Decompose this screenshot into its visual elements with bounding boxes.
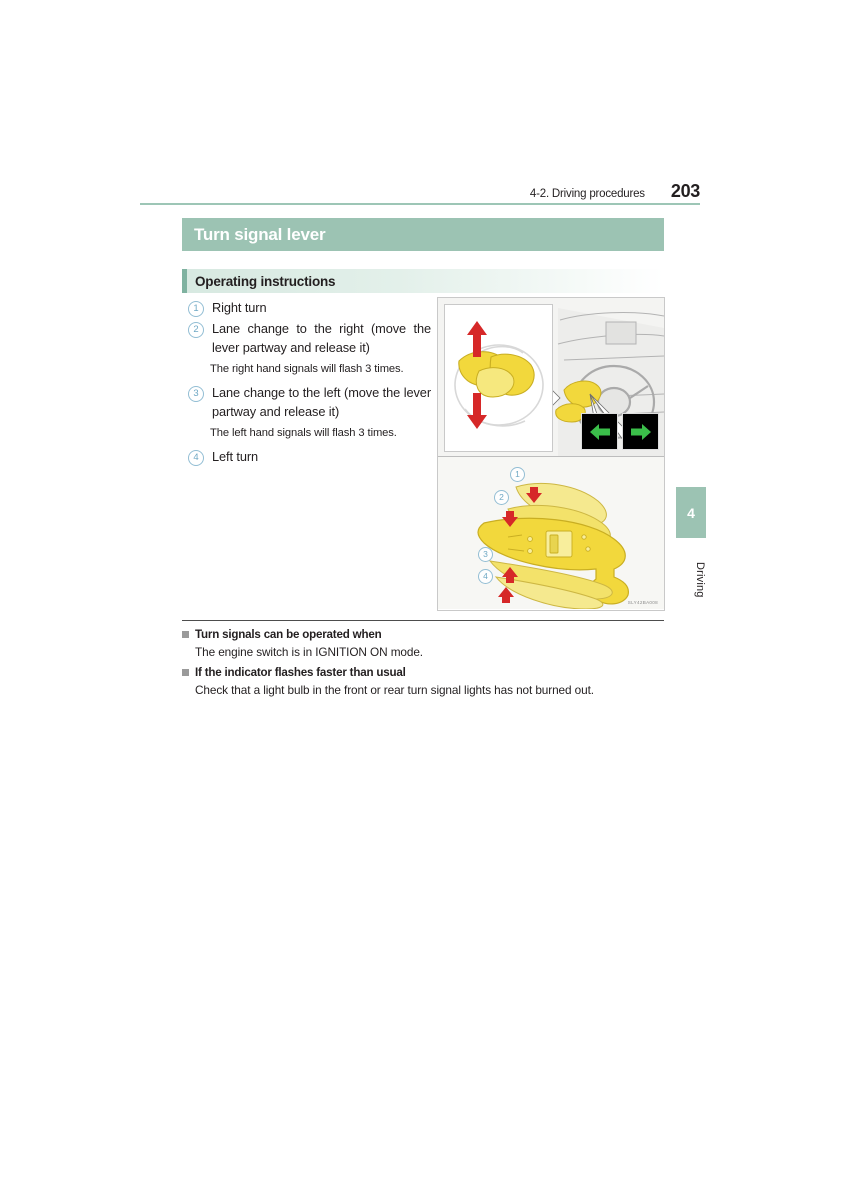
notes-divider: [182, 620, 664, 621]
step-text-4: Left turn: [212, 448, 259, 464]
turn-indicator-group: [581, 413, 659, 450]
square-bullet-icon: [182, 631, 189, 638]
list-item: 3 Lane change to the left (move the leve…: [188, 383, 431, 422]
step-text-3: Lane change to the left (move the lever …: [212, 384, 431, 420]
figure-lever-positions: 1 2 3 4 SLY42BA008: [438, 457, 664, 609]
left-turn-indicator-icon: [581, 413, 618, 450]
running-head-section: 4-2. Driving procedures: [529, 188, 645, 200]
list-item: 2 Lane change to the right (move the lev…: [188, 319, 431, 358]
chapter-tab-label: Driving: [694, 562, 706, 598]
right-turn-indicator-icon: [622, 413, 659, 450]
step-number-1: 1: [188, 301, 204, 317]
page-number: 203: [670, 181, 700, 201]
square-bullet-icon: [182, 669, 189, 676]
step-note-2: The right hand signals will flash 3 time…: [210, 362, 404, 375]
note-heading-1: Turn signals can be operated when: [195, 628, 382, 641]
section-title-bar: Turn signal lever: [182, 218, 664, 251]
running-head: 4-2. Driving procedures 203: [140, 178, 700, 202]
left-arrow-icon: [589, 423, 610, 440]
list-item: 1 Right turn: [188, 298, 431, 318]
note-block: If the indicator flashes faster than usu…: [182, 666, 682, 699]
manual-page: 4-2. Driving procedures 203 Turn signal …: [0, 0, 848, 1200]
figure-callout-1: 1: [510, 467, 525, 482]
note-body-1: The engine switch is in IGNITION ON mode…: [195, 645, 423, 659]
illustration-panel: 1 2 3 4 SLY42BA008: [437, 297, 665, 611]
subsection-header: Operating instructions: [182, 269, 664, 293]
step-number-3: 3: [188, 385, 204, 402]
subsection-accent-bar: [182, 269, 187, 293]
figure-callout-2: 2: [494, 490, 509, 505]
notes-section: Turn signals can be operated when The en…: [182, 628, 682, 704]
step-text-2: Lane change to the right (move the lever…: [212, 320, 431, 356]
figure-dashboard: [438, 298, 664, 456]
lever-positions-illustration: [477, 482, 629, 609]
list-item: 4 Left turn: [188, 447, 431, 467]
note-block: Turn signals can be operated when The en…: [182, 628, 682, 661]
note-heading-row: If the indicator flashes faster than usu…: [182, 666, 682, 679]
subsection-title: Operating instructions: [195, 273, 336, 289]
step-number-4: 4: [188, 449, 204, 466]
chapter-tab-number: 4: [676, 487, 706, 538]
step-number-2: 2: [188, 321, 204, 338]
lever-closeup-inset: [444, 304, 553, 452]
step-text-1: Right turn: [212, 300, 267, 315]
section-title: Turn signal lever: [194, 224, 326, 244]
step-note-3: The left hand signals will flash 3 times…: [210, 426, 397, 439]
note-heading-row: Turn signals can be operated when: [182, 628, 682, 641]
figure-code: SLY42BA008: [627, 600, 658, 605]
figure-callout-3: 3: [478, 547, 493, 562]
note-heading-2: If the indicator flashes faster than usu…: [195, 666, 406, 679]
note-body-2: Check that a light bulb in the front or …: [195, 683, 594, 697]
figure-callout-4: 4: [478, 569, 493, 584]
header-rule: [140, 203, 700, 205]
lever-closeup-illustration: [454, 321, 544, 429]
instruction-list: 1 Right turn 2 Lane change to the right …: [188, 298, 431, 467]
right-arrow-icon: [630, 423, 651, 440]
